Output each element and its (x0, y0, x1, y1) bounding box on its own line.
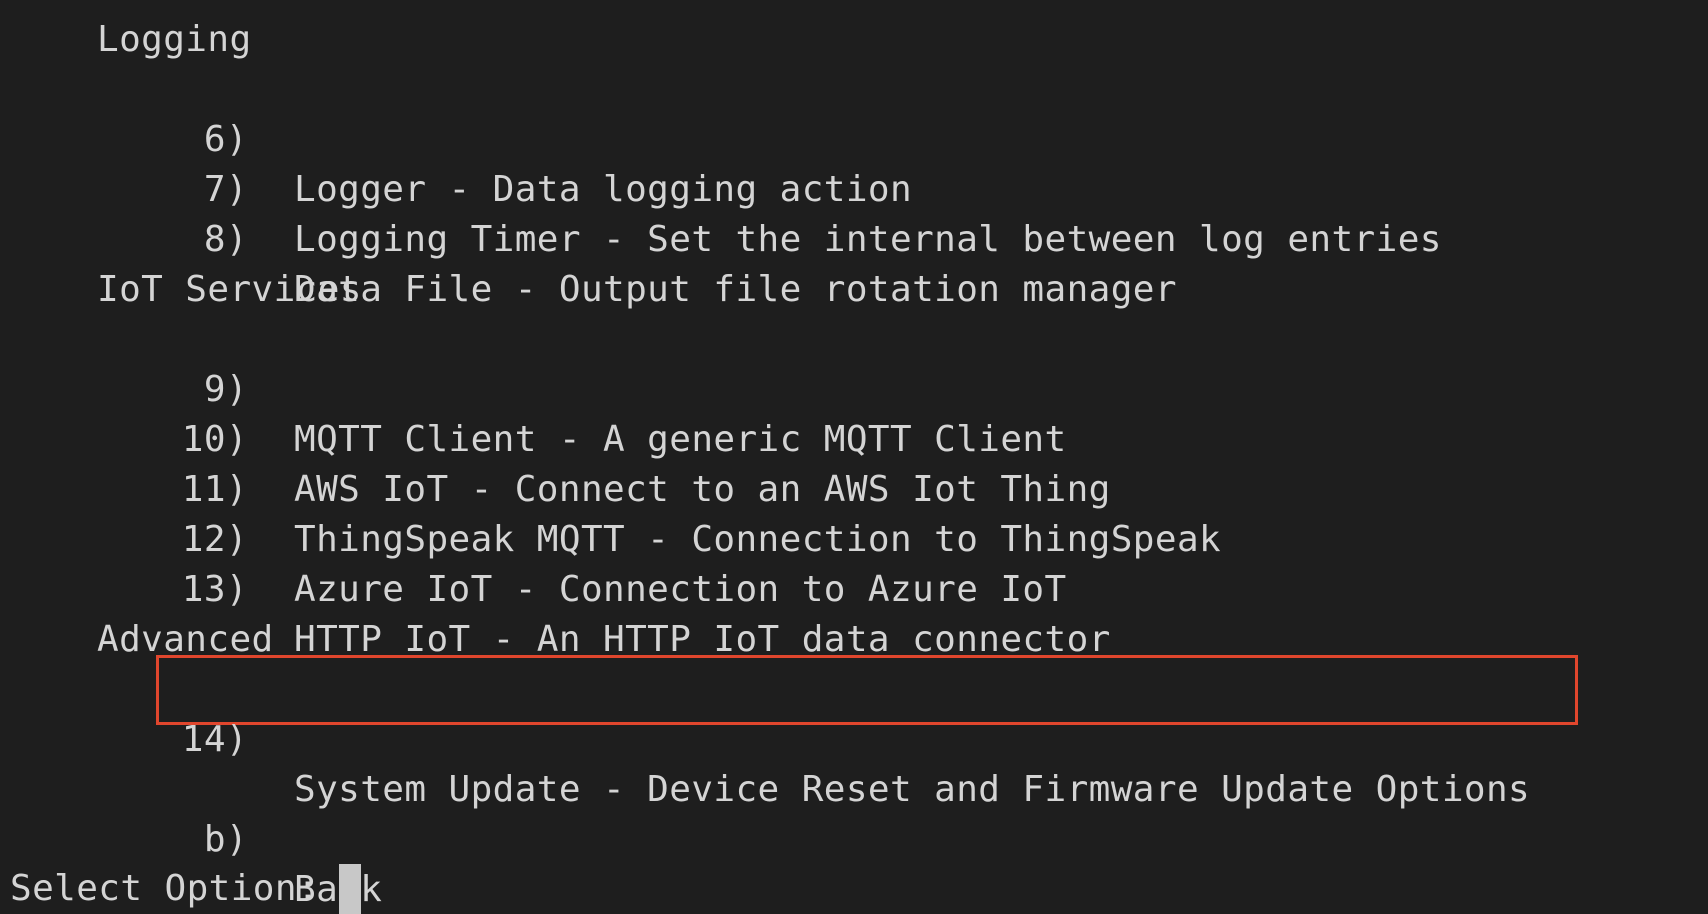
menu-option-thingspeak-mqtt[interactable]: 11) ThingSpeak MQTT - Connection to Thin… (0, 415, 1708, 560)
menu-option-mqtt-client[interactable]: 9) MQTT Client - A generic MQTT Client (0, 315, 1708, 460)
option-number: 13) (181, 569, 248, 610)
option-label: Data File - Output file rotation manager (294, 269, 1177, 310)
option-number: 8) (203, 219, 248, 260)
menu-option-system-update[interactable]: 14) System Update - Device Reset and Fir… (0, 665, 1708, 810)
menu-option-logging-timer[interactable]: 7) Logging Timer - Set the internal betw… (0, 115, 1708, 260)
menu-option-aws-iot[interactable]: 10) AWS IoT - Connect to an AWS Iot Thin… (0, 365, 1708, 510)
input-cursor[interactable] (339, 864, 361, 914)
section-title-logging: Logging (97, 19, 252, 60)
menu-option-http-iot[interactable]: 13) HTTP IoT - An HTTP IoT data connecto… (0, 515, 1708, 660)
section-title-iot-services: IoT Services (97, 269, 362, 310)
option-number: b) (203, 819, 248, 860)
menu-option-back[interactable]: b) Back (0, 765, 1708, 910)
menu-option-azure-iot[interactable]: 12) Azure IoT - Connection to Azure IoT (0, 465, 1708, 610)
option-label: Logging Timer - Set the internal between… (294, 219, 1442, 260)
select-option-prompt: Select Option: (10, 868, 320, 909)
menu-option-data-file[interactable]: 8) Data File - Output file rotation mana… (0, 165, 1708, 310)
menu-option-logger[interactable]: 6) Logger - Data logging action (0, 65, 1708, 210)
option-label: Azure IoT - Connection to Azure IoT (294, 569, 1067, 610)
option-number: 14) (181, 719, 248, 760)
terminal-window[interactable]: Logging 6) Logger - Data logging action … (0, 0, 1708, 914)
